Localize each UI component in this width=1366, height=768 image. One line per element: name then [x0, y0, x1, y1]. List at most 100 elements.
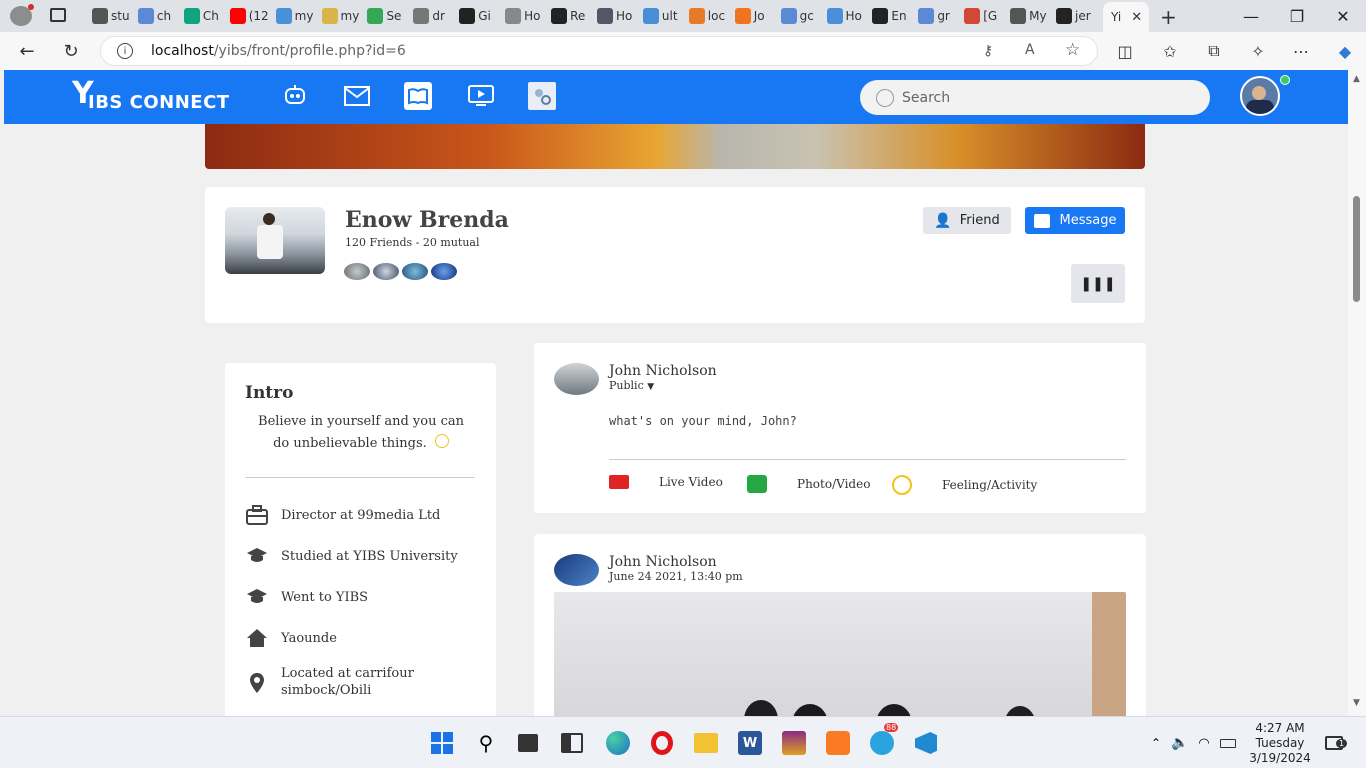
edge-browser-icon[interactable] — [602, 727, 634, 759]
battery-icon[interactable] — [1212, 727, 1244, 759]
friends-count[interactable]: 120 Friends - 20 mutual — [345, 236, 479, 249]
browser-tab[interactable]: Ho — [593, 0, 639, 32]
intro-item-text: Went to YIBS — [281, 589, 369, 605]
restore-button[interactable]: ❐ — [1274, 0, 1320, 32]
browser-tab[interactable]: En — [868, 0, 914, 32]
browser-tab[interactable]: Gi — [455, 0, 501, 32]
tab-favicon-icon — [551, 8, 568, 24]
extensions-icon[interactable]: ✧ — [1243, 38, 1273, 64]
composer-author[interactable]: John Nicholson — [609, 363, 717, 379]
browser-tab[interactable]: jer — [1052, 0, 1098, 32]
telegram-icon[interactable]: 88 — [866, 723, 899, 759]
post-author-avatar[interactable] — [554, 554, 599, 586]
browser-tab[interactable]: Ho — [823, 0, 869, 32]
post-input[interactable]: what's on your mind, John? — [609, 414, 797, 428]
tab-actions-icon[interactable] — [50, 8, 66, 22]
copilot-icon[interactable]: ◆ — [1330, 38, 1360, 64]
collections-icon[interactable]: ⧉ — [1199, 38, 1229, 64]
tab-favicon-icon — [596, 8, 613, 24]
post-author[interactable]: John Nicholson — [609, 554, 717, 570]
refresh-button[interactable]: ↻ — [54, 36, 88, 66]
user-avatar[interactable] — [1240, 76, 1280, 116]
browser-tab[interactable]: Se — [363, 0, 409, 32]
live-video-action[interactable]: Live Video — [609, 475, 723, 489]
browser-tab[interactable]: Re — [547, 0, 593, 32]
tab-label: ch — [156, 9, 172, 23]
browser-tab[interactable]: loc — [685, 0, 731, 32]
tab-active[interactable]: Yi ✕ — [1103, 2, 1149, 32]
tab-favicon-icon — [1056, 8, 1073, 24]
read-aloud-icon[interactable]: A — [1025, 42, 1035, 58]
more-options-icon[interactable]: ⋯ — [1286, 38, 1316, 64]
browser-tab[interactable]: gc — [777, 0, 823, 32]
tab-label: (12 — [248, 9, 269, 23]
page-viewport: Y IBS CONNECT Search Enow Brenda 120 Fri… — [4, 70, 1348, 716]
chatbot-icon[interactable] — [280, 82, 310, 110]
mutual-friend-avatar[interactable] — [402, 263, 428, 280]
browser-tab[interactable]: ch — [134, 0, 180, 32]
vscode-icon[interactable] — [910, 727, 942, 759]
mail-icon[interactable] — [342, 82, 372, 110]
close-window-button[interactable]: ✕ — [1320, 0, 1366, 32]
favorite-star-icon[interactable]: ☆ — [1065, 40, 1080, 60]
browser-tab-strip: stu ch Ch (12 my my Se dr Gi Ho Re Ho ult loc Jo gc Ho En… — [0, 0, 1366, 32]
more-options-button[interactable]: ❚❚❚ — [1071, 264, 1125, 303]
browser-tab[interactable]: Jo — [731, 0, 777, 32]
info-icon[interactable]: i — [117, 43, 133, 59]
search-taskbar-icon[interactable]: ⚲ — [470, 727, 502, 759]
intro-divider — [245, 477, 475, 478]
task-view-icon[interactable] — [512, 727, 544, 759]
online-status-dot — [1280, 75, 1290, 85]
browser-tab[interactable]: (12 — [226, 0, 272, 32]
new-tab-button[interactable]: + — [1160, 5, 1177, 29]
winrar-icon[interactable] — [778, 727, 810, 759]
scroll-down-arrow[interactable]: ▼ — [1353, 698, 1360, 708]
browser-tab[interactable]: Ho — [501, 0, 547, 32]
friend-button[interactable]: 👤 Friend — [923, 207, 1011, 234]
browser-tab[interactable]: My — [1006, 0, 1052, 32]
search-input[interactable]: Search — [860, 80, 1210, 115]
browser-tab[interactable]: [G — [960, 0, 1006, 32]
book-icon[interactable] — [404, 82, 432, 110]
word-icon[interactable]: W — [734, 727, 766, 759]
feeling-activity-action[interactable]: Feeling/Activity — [892, 475, 1037, 495]
mutual-friend-avatar[interactable] — [431, 263, 457, 280]
split-screen-icon[interactable]: ◫ — [1110, 38, 1140, 64]
people-search-icon[interactable] — [528, 82, 556, 110]
scroll-up-arrow[interactable]: ▲ — [1353, 74, 1360, 84]
opera-icon[interactable] — [646, 727, 678, 759]
favorites-icon[interactable]: ✩ — [1155, 38, 1185, 64]
browser-tab[interactable]: ult — [639, 0, 685, 32]
close-tab-icon[interactable]: ✕ — [1131, 10, 1142, 25]
browser-tab[interactable]: my — [272, 0, 318, 32]
action-label: Photo/Video — [797, 477, 871, 491]
mutual-friend-avatar[interactable] — [373, 263, 399, 280]
browser-tab[interactable]: gr — [914, 0, 960, 32]
photo-video-action[interactable]: Photo/Video — [747, 475, 870, 493]
xampp-icon[interactable] — [822, 727, 854, 759]
privacy-selector[interactable]: Public ▼ — [609, 379, 654, 392]
browser-tab[interactable]: my — [318, 0, 364, 32]
intro-item-hometown: Yaounde — [245, 626, 337, 650]
back-button[interactable]: ← — [10, 36, 44, 66]
url-field[interactable]: i localhost /yibs/front/profile.php?id=6… — [100, 36, 1098, 66]
browser-tab[interactable]: Ch — [180, 0, 226, 32]
minimize-button[interactable]: — — [1228, 0, 1274, 32]
tab-favicon-icon — [872, 8, 889, 24]
key-icon[interactable]: ⚷ — [983, 43, 993, 59]
notifications-icon[interactable]: 1 — [1318, 727, 1350, 759]
profile-picture[interactable] — [225, 207, 325, 274]
video-icon[interactable] — [466, 82, 496, 110]
message-button[interactable]: Message — [1025, 207, 1125, 234]
scrollbar-thumb[interactable] — [1353, 196, 1360, 302]
file-explorer-icon[interactable] — [690, 727, 722, 759]
mutual-friend-avatar[interactable] — [344, 263, 370, 280]
browser-tab[interactable]: dr — [409, 0, 455, 32]
windows-start-icon[interactable] — [426, 727, 458, 759]
post-image[interactable] — [554, 592, 1126, 716]
composer-avatar[interactable] — [554, 363, 599, 395]
widgets-icon[interactable] — [556, 727, 588, 759]
browser-tab[interactable]: stu — [88, 0, 134, 32]
page-scrollbar[interactable]: ▲ ▼ — [1348, 70, 1366, 716]
system-clock[interactable]: 4:27 AM Tuesday 3/19/2024 — [1248, 721, 1312, 766]
